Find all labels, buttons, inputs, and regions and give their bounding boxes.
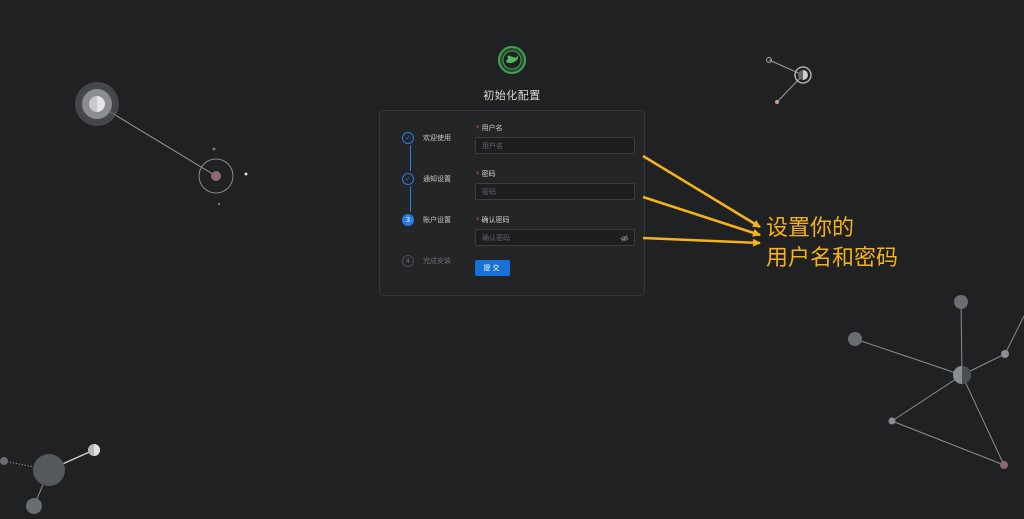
username-input[interactable] — [475, 137, 635, 154]
annotation-line-2: 用户名和密码 — [766, 246, 899, 271]
annotation-callout: 设置你的 用户名和密码 — [766, 214, 898, 274]
setup-steps: ✓ 欢迎使用 ✓ 通知设置 3 账户设置 4 完成安装 — [380, 111, 470, 295]
confirm-password-label-text: 确认密码 — [481, 216, 510, 224]
required-mark: * — [476, 170, 480, 178]
step-label: 通知设置 — [423, 175, 451, 183]
eye-off-icon[interactable] — [620, 234, 629, 243]
step-connector — [410, 186, 411, 212]
app-logo — [498, 46, 526, 74]
page-title: 初始化配置 — [483, 89, 541, 102]
submit-button[interactable]: 提交 — [475, 260, 510, 276]
check-icon: ✓ — [402, 132, 414, 144]
step-account[interactable]: 3 账户设置 — [402, 210, 451, 230]
password-label-text: 密码 — [481, 170, 496, 178]
step-finish: 4 完成安装 — [402, 251, 451, 271]
network-cluster-bottom-left — [0, 444, 100, 514]
annotation-line-1: 设置你的 — [766, 216, 855, 241]
step-welcome[interactable]: ✓ 欢迎使用 — [402, 128, 451, 148]
step-connector — [410, 145, 411, 171]
step-label: 账户设置 — [423, 216, 451, 224]
password-label: * 密码 — [476, 169, 496, 179]
step-label: 完成安装 — [423, 257, 451, 265]
username-label: * 用户名 — [476, 123, 503, 133]
step-number: 4 — [402, 255, 414, 267]
step-label: 欢迎使用 — [423, 134, 451, 142]
check-icon: ✓ — [402, 173, 414, 185]
required-mark: * — [476, 124, 480, 132]
confirm-password-label: * 确认密码 — [476, 215, 510, 225]
setup-card: ✓ 欢迎使用 ✓ 通知设置 3 账户设置 4 完成安装 *用户名 *密码 *确认… — [379, 110, 645, 296]
step-notification[interactable]: ✓ 通知设置 — [402, 169, 451, 189]
step-number: 3 — [402, 214, 414, 226]
required-mark: * — [476, 216, 480, 224]
password-input[interactable] — [475, 183, 635, 200]
username-label-text: 用户名 — [481, 124, 503, 132]
confirm-password-input[interactable] — [475, 229, 635, 246]
network-cluster-bottom-right — [848, 295, 1024, 469]
